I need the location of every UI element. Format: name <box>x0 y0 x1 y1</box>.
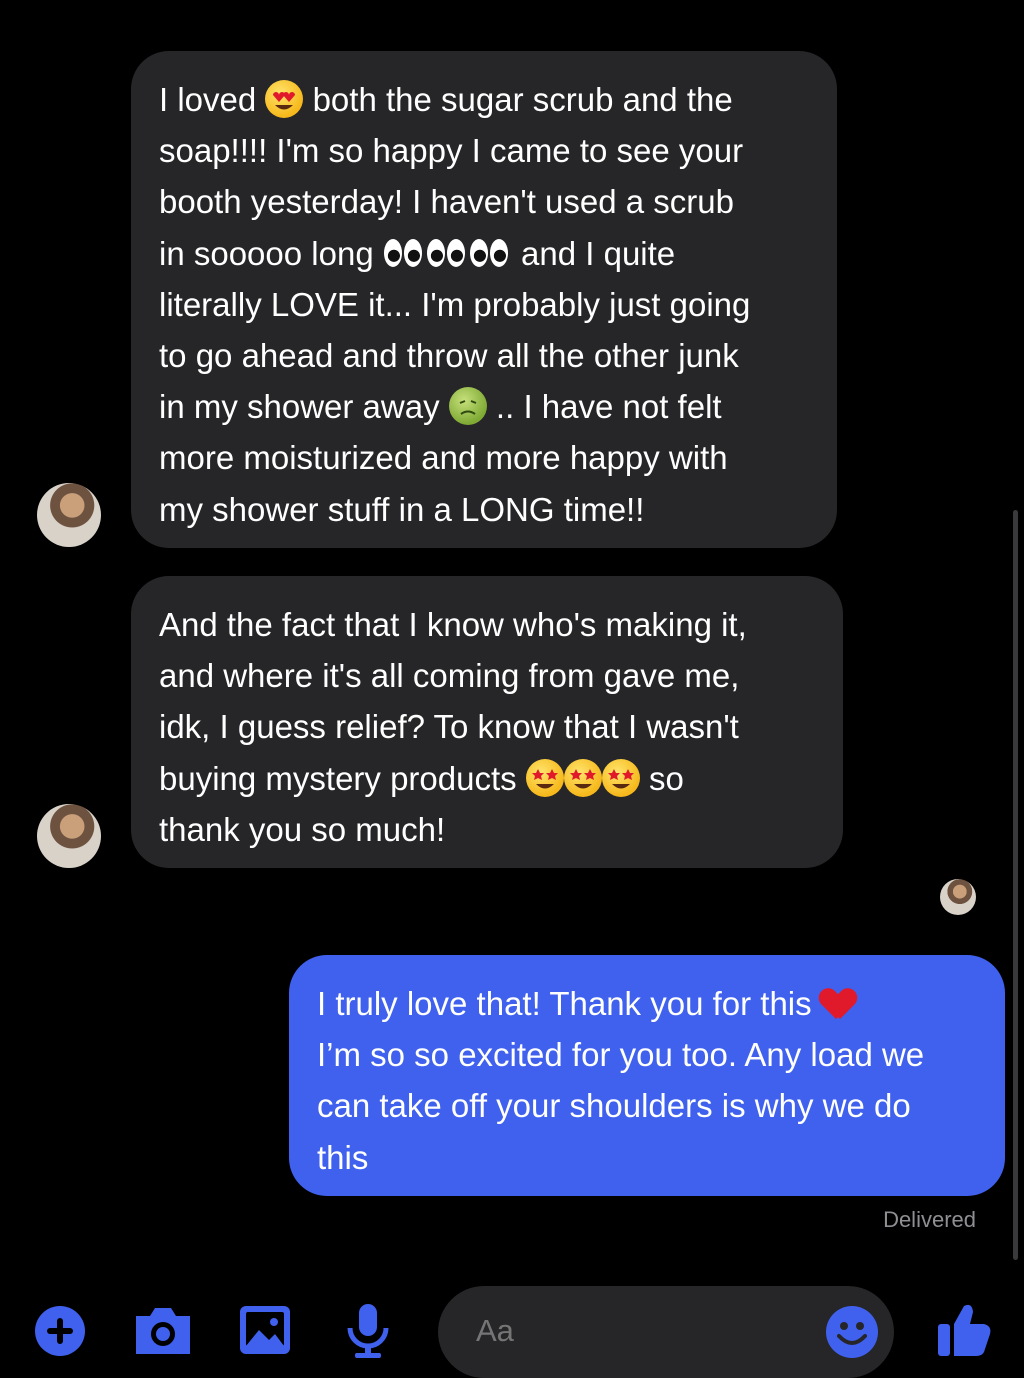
message-line: booth yesterday! I haven't used a scrub <box>159 176 809 227</box>
scrollbar[interactable] <box>1013 510 1018 1260</box>
message-text: And the fact that I know who's making it… <box>159 606 747 643</box>
message-line: in sooooo long and I quite <box>159 228 809 279</box>
delivered-status: Delivered <box>883 1207 976 1232</box>
eyes-emoji-icon <box>469 238 509 269</box>
message-text: can take off your shoulders is why we do <box>317 1087 911 1125</box>
message-line: to go ahead and throw all the other junk <box>159 330 809 381</box>
message-line: I truly love that! Thank you for this <box>317 978 977 1029</box>
message-line: and where it's all coming from gave me, <box>159 650 815 701</box>
contact-avatar[interactable] <box>37 483 101 547</box>
heart-eyes-emoji-icon <box>265 80 304 118</box>
message-text: my shower stuff in a LONG time!! <box>159 490 645 528</box>
star-struck-emoji-icon <box>525 758 564 797</box>
message-composer[interactable] <box>438 1286 894 1378</box>
message-line: And the fact that I know who's making it… <box>159 599 815 650</box>
nauseated-face-emoji-icon <box>448 387 487 426</box>
incoming-message[interactable]: I loved both the sugar scrub and the soap… <box>131 51 837 548</box>
red-heart-emoji-icon <box>821 986 855 1020</box>
emoji-icon[interactable] <box>825 1305 879 1364</box>
message-text: to go ahead and throw all the other junk <box>159 337 739 375</box>
camera-icon[interactable] <box>132 1302 190 1360</box>
star-struck-emoji-icon <box>563 758 602 797</box>
message-text: and where it's all coming from gave me, <box>159 657 740 695</box>
message-line: I’m so so excited for you too. Any load … <box>317 1029 977 1080</box>
message-line: literally LOVE it... I'm probably just g… <box>159 279 809 330</box>
message-text: soap!!!! I'm so happy I came to see your <box>159 132 744 170</box>
star-struck-emoji-icon <box>601 758 640 797</box>
plus-icon[interactable] <box>33 1302 91 1360</box>
message-input[interactable] <box>474 1312 818 1350</box>
message-line: this <box>317 1132 977 1183</box>
message-line: I loved both the sugar scrub and the <box>159 74 809 125</box>
message-text: so <box>639 759 684 797</box>
message-line: idk, I guess relief? To know that I wasn… <box>159 701 815 752</box>
message-line: thank you so much! <box>159 804 815 855</box>
incoming-message[interactable]: And the fact that I know who's making it… <box>131 576 843 868</box>
thumbs-up-icon[interactable] <box>936 1300 994 1358</box>
message-text: in my shower away <box>159 388 449 426</box>
message-text: both the sugar scrub and the <box>303 81 733 118</box>
microphone-icon[interactable] <box>340 1302 398 1360</box>
message-line: in my shower away .. I have not felt <box>159 381 809 432</box>
message-line: soap!!!! I'm so happy I came to see your <box>159 125 809 176</box>
contact-avatar[interactable] <box>37 804 101 868</box>
message-text: .. I have not felt <box>486 388 722 426</box>
message-line: more moisturized and more happy with <box>159 432 809 483</box>
outgoing-message[interactable]: I truly love that! Thank you for this I’… <box>289 955 1005 1196</box>
message-text: booth yesterday! I haven't used a scrub <box>159 183 734 221</box>
message-text: I truly love that! Thank you for this <box>317 985 821 1022</box>
eyes-emoji-icon <box>426 238 466 269</box>
message-line: buying mystery products so <box>159 753 815 804</box>
message-text: more moisturized and more happy with <box>159 439 728 477</box>
message-text: this <box>317 1138 369 1176</box>
message-text: I’m so so excited for you too. Any load … <box>317 1036 925 1074</box>
message-text: literally LOVE it... I'm probably just g… <box>159 285 751 323</box>
message-text: in sooooo long <box>159 234 383 272</box>
eyes-emoji-icon <box>383 238 423 269</box>
message-text: buying mystery products <box>159 759 526 797</box>
message-line: can take off your shoulders is why we do <box>317 1080 977 1131</box>
message-text: thank you so much! <box>159 810 446 848</box>
image-icon[interactable] <box>238 1302 296 1360</box>
message-line: my shower stuff in a LONG time!! <box>159 484 809 535</box>
read-receipt-avatar <box>940 879 976 915</box>
message-text: idk, I guess relief? To know that I wasn… <box>159 708 739 746</box>
message-text: I loved <box>159 81 266 118</box>
message-text: and I quite <box>511 234 676 272</box>
